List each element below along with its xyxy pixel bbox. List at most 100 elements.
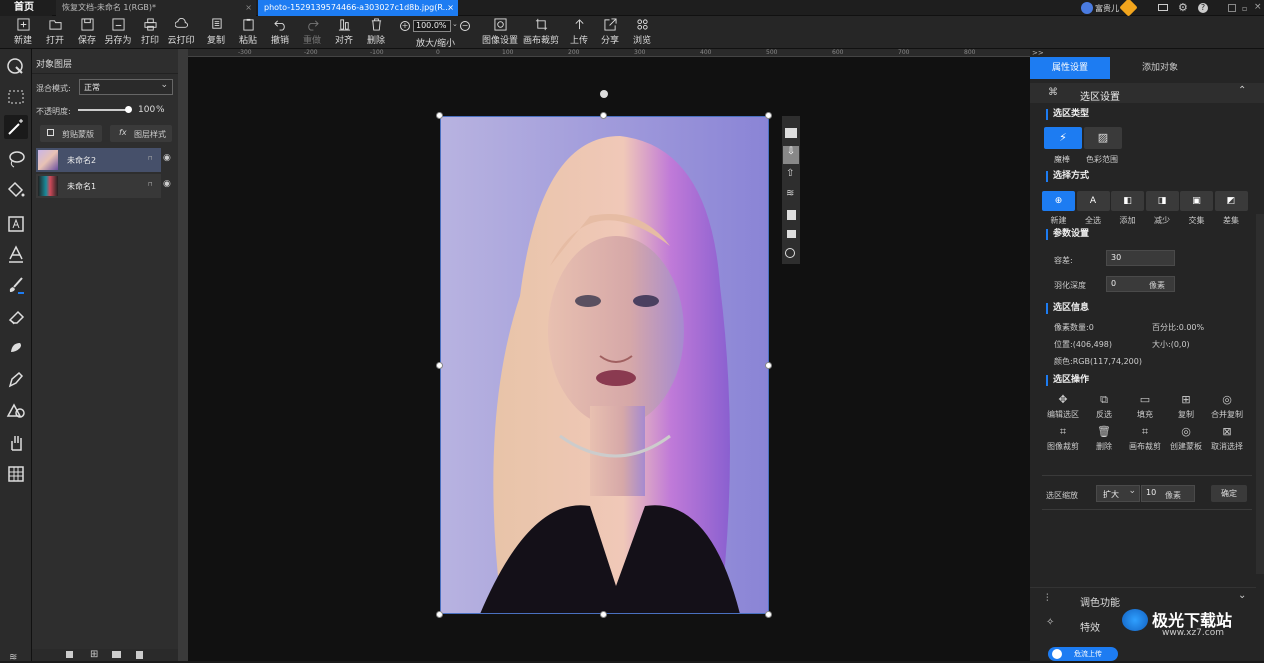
redo-button[interactable]: 重做 (301, 18, 323, 46)
align-button[interactable]: 对齐 (333, 18, 355, 46)
new-button[interactable]: 新建 (12, 18, 34, 46)
zoom-input[interactable]: 100.0% (413, 20, 451, 32)
selection-tool[interactable] (4, 55, 28, 79)
tolerance-input[interactable]: 30 (1106, 250, 1175, 266)
selection-op-button[interactable]: ⧉ 反选 (1083, 393, 1125, 423)
transform-handle[interactable] (436, 611, 443, 618)
selection-op-button[interactable]: ◎ 创建蒙板 (1165, 425, 1207, 455)
bring-front-icon[interactable] (785, 128, 797, 138)
opacity-slider-handle[interactable] (125, 106, 132, 113)
smudge-tool[interactable] (4, 336, 28, 360)
layer-style-button[interactable]: fx 图层样式 (110, 125, 172, 142)
selection-op-button[interactable]: ⌗ 画布裁剪 (1124, 425, 1166, 455)
selection-mode-button[interactable]: ⊕ (1042, 191, 1075, 211)
restore-icon[interactable]: ▫ (1242, 4, 1247, 13)
image-settings-button[interactable]: 图像设置 (481, 18, 519, 46)
transform-handle[interactable] (436, 112, 443, 119)
mail-icon[interactable] (1158, 4, 1168, 11)
shape-tool[interactable] (4, 398, 28, 422)
selection-op-button[interactable]: ✥ 编辑选区 (1042, 393, 1084, 423)
layer-scrollbar[interactable] (178, 49, 188, 661)
cloud-print-button[interactable]: 云打印 (166, 18, 196, 46)
grid-tool[interactable] (4, 462, 28, 486)
selection-mode-button[interactable]: A (1076, 191, 1110, 211)
settings-icon[interactable]: ⚙ (1178, 1, 1188, 14)
undo-button[interactable]: 撤销 (269, 18, 291, 46)
lock-icon[interactable] (787, 230, 796, 238)
folder-icon[interactable] (112, 651, 121, 658)
eye-icon[interactable]: ◉ (163, 153, 171, 163)
opacity-slider[interactable] (78, 106, 132, 113)
zoom-mode-select[interactable]: 扩大 ⌄ (1096, 485, 1140, 502)
save-button[interactable]: 保存 (76, 18, 98, 46)
selection-settings-header[interactable]: ⌘ 选区设置 ⌃ (1030, 83, 1264, 103)
send-back-icon[interactable]: ≋ (786, 188, 794, 199)
text-frame-tool[interactable] (4, 212, 28, 236)
close-icon[interactable]: × (447, 0, 454, 16)
pen-tool[interactable] (4, 367, 28, 391)
transform-handle[interactable] (600, 611, 607, 618)
delete-button[interactable]: 删除 (365, 18, 387, 46)
zoom-in-icon[interactable]: + (400, 21, 410, 31)
fill-tool[interactable] (4, 178, 28, 202)
magic-wand-mode-button[interactable]: ⚡ (1044, 127, 1082, 149)
transform-handle[interactable] (436, 362, 443, 369)
layer-row[interactable]: 未命名2 ⊓ (36, 148, 161, 172)
layer-row[interactable]: 未命名1 ⊓ (36, 174, 161, 198)
close-icon[interactable]: × (245, 0, 252, 16)
panel-collapse-icon[interactable]: >> (1032, 49, 1044, 57)
share-button[interactable]: 分享 (599, 18, 621, 46)
selection-mode-button[interactable]: ▣ (1180, 191, 1213, 211)
close-window-icon[interactable]: × (1254, 2, 1262, 12)
selection-op-button[interactable]: ⌗ 图像裁剪 (1042, 425, 1084, 455)
transform-handle[interactable] (765, 611, 772, 618)
selection-op-button[interactable]: 🗑 删除 (1083, 425, 1125, 455)
magic-wand-tool[interactable] (4, 115, 28, 139)
upload-button[interactable]: 上传 (568, 18, 590, 46)
print-button[interactable]: 打印 (139, 18, 161, 46)
search-icon[interactable] (785, 248, 795, 258)
selection-op-button[interactable]: ⊞ 复制 (1165, 393, 1207, 423)
paste-button[interactable]: 粘贴 (237, 18, 259, 46)
tab-home[interactable]: 首页 (0, 0, 52, 16)
lasso-tool[interactable] (4, 147, 28, 171)
transform-handle[interactable] (765, 112, 772, 119)
minimize-icon[interactable] (1228, 4, 1236, 12)
eye-icon[interactable]: ◉ (163, 179, 171, 189)
move-down-icon[interactable]: ⇧ (786, 168, 794, 179)
trash-icon[interactable] (787, 210, 796, 220)
save-as-button[interactable]: 另存为 (103, 18, 133, 46)
help-icon[interactable]: ? (1198, 3, 1208, 13)
new-layer-icon[interactable] (66, 651, 73, 658)
color-range-mode-button[interactable]: ▨ (1084, 127, 1122, 149)
selection-mode-button[interactable]: ◨ (1145, 191, 1179, 211)
tab-document-1[interactable]: 恢复文档-未命名 1(RGB)* × (56, 0, 256, 16)
hand-tool[interactable] (4, 431, 28, 455)
open-button[interactable]: 打开 (44, 18, 66, 46)
selection-op-button[interactable]: ⊠ 取消选择 (1206, 425, 1248, 455)
layers-panel-icon[interactable]: ≋ (9, 652, 17, 663)
vip-icon[interactable] (1119, 0, 1138, 17)
rotate-handle-icon[interactable] (600, 90, 608, 98)
transform-handle[interactable] (765, 362, 772, 369)
add-layer-icon[interactable]: ⊞ (90, 649, 98, 660)
delete-layer-icon[interactable] (136, 651, 143, 659)
zoom-dropdown-icon[interactable]: ⌄ (452, 20, 458, 28)
brush-tool[interactable] (4, 273, 28, 297)
user-avatar[interactable] (1081, 2, 1093, 14)
selection-mode-button[interactable]: ◧ (1111, 191, 1144, 211)
transform-handle[interactable] (600, 112, 607, 119)
zoom-out-icon[interactable]: − (460, 21, 470, 31)
text-tool[interactable] (4, 242, 28, 266)
confirm-button[interactable]: 确定 (1211, 485, 1247, 502)
blend-mode-select[interactable]: 正常 ⌄ (79, 79, 173, 95)
move-up-icon[interactable]: ⇩ (783, 146, 799, 164)
bottom-upload-button[interactable]: 危流上传 (1048, 647, 1118, 661)
copy-button[interactable]: 复制 (205, 18, 227, 46)
marquee-tool[interactable] (4, 85, 28, 109)
clipping-mask-button[interactable]: 剪贴蒙版 (40, 125, 102, 142)
selection-op-button[interactable]: ▭ 填充 (1124, 393, 1166, 423)
tab-properties[interactable]: 属性设置 (1030, 57, 1110, 79)
user-name[interactable]: 富贵儿 (1095, 3, 1119, 14)
selection-mode-button[interactable]: ◩ (1214, 191, 1248, 211)
